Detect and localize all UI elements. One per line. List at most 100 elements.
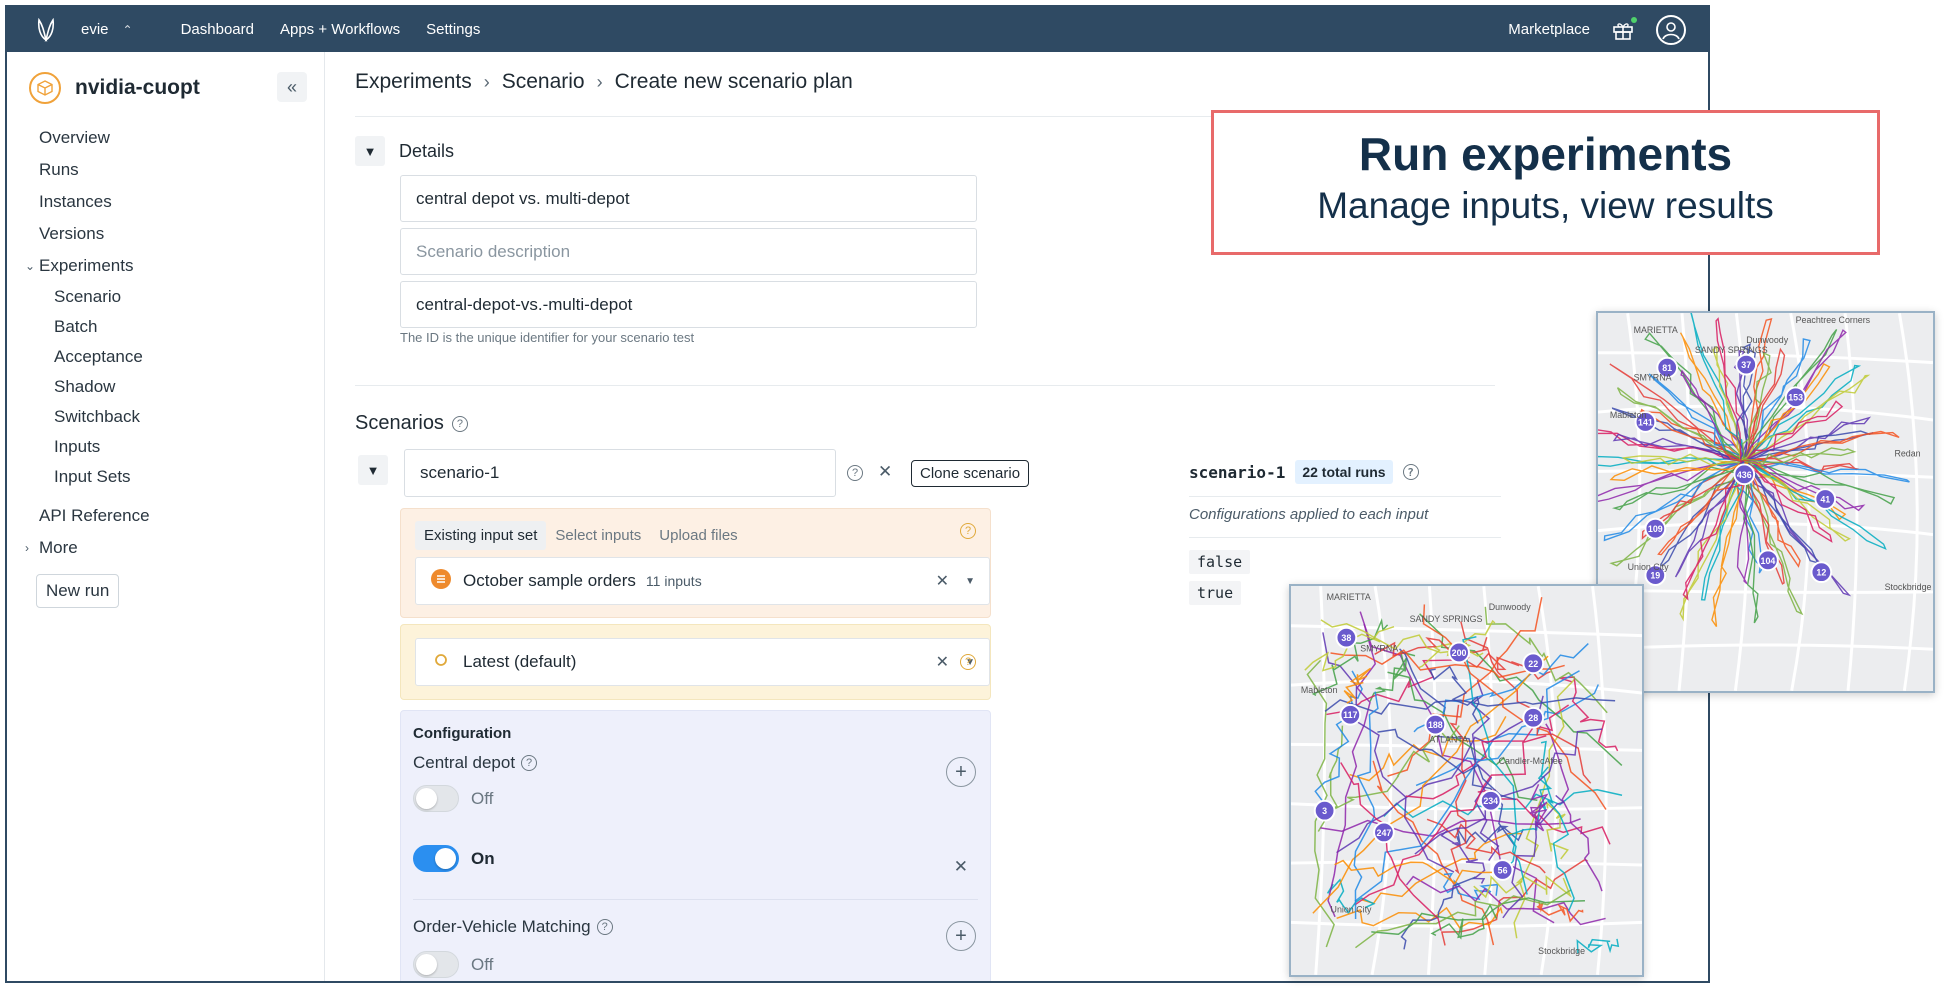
sidebar-item-overview[interactable]: Overview: [7, 122, 324, 154]
chevron-right-icon: ›: [596, 71, 603, 92]
input-set-name: October sample orders: [463, 571, 636, 590]
user-avatar-icon[interactable]: [1656, 14, 1686, 45]
toggle-knob: [416, 788, 437, 809]
clear-icon[interactable]: ✕: [936, 652, 949, 672]
new-run-button[interactable]: New run: [36, 574, 120, 608]
input-count: 11 inputs: [645, 573, 702, 589]
sidebar: nvidia-cuopt « Overview Runs Instances V…: [7, 52, 325, 981]
order-vehicle-text: Order-Vehicle Matching: [413, 917, 591, 936]
breadcrumb-experiments[interactable]: Experiments: [355, 70, 472, 94]
order-vehicle-toggle-off[interactable]: [413, 951, 459, 978]
divider: [1189, 537, 1501, 538]
collapse-details-button[interactable]: ▼: [355, 136, 385, 166]
scenario-id-field[interactable]: central-depot-vs.-multi-depot: [400, 281, 977, 328]
help-icon[interactable]: ?: [847, 465, 863, 481]
sidebar-item-experiments[interactable]: ⌄ Experiments: [7, 250, 324, 282]
sidebar-item-instances[interactable]: Instances: [7, 186, 324, 218]
scenario-description-field[interactable]: Scenario description: [400, 228, 977, 275]
tab-select-inputs[interactable]: Select inputs: [546, 521, 650, 550]
chevron-right-icon: ›: [25, 541, 29, 555]
map-place-label: SANDY SPRINGS: [1410, 614, 1483, 624]
help-icon[interactable]: ?: [451, 415, 468, 432]
central-depot-text: Central depot: [413, 753, 516, 772]
gift-icon[interactable]: [1612, 16, 1637, 41]
sidebar-item-shadow[interactable]: Shadow: [7, 372, 324, 402]
config-value-false: false: [1189, 550, 1251, 574]
map-place-label: Mableton: [1301, 685, 1338, 695]
instance-select[interactable]: Latest (default) ✕ ▼: [415, 638, 990, 686]
map-place-label: Union City: [1331, 904, 1373, 914]
remove-option-icon[interactable]: ✕: [954, 857, 968, 877]
scenario-name-field[interactable]: central depot vs. multi-depot: [400, 175, 977, 222]
scenario-name-input[interactable]: scenario-1: [404, 449, 836, 497]
sidebar-item-batch[interactable]: Batch: [7, 312, 324, 342]
toggle-knob: [416, 954, 437, 975]
cluster-marker: 41: [1814, 488, 1837, 510]
org-switcher[interactable]: evie ⌃: [81, 21, 133, 38]
input-set-icon: [431, 568, 451, 594]
cluster-marker: 56: [1491, 859, 1514, 881]
sidebar-item-runs[interactable]: Runs: [7, 154, 324, 186]
callout-box: Run experiments Manage inputs, view resu…: [1211, 110, 1880, 255]
help-icon[interactable]: ?: [960, 654, 976, 670]
collapse-scenario-button[interactable]: ▼: [358, 455, 388, 485]
input-source-tabs: Existing input set Select inputs Upload …: [415, 521, 747, 550]
tab-upload-files[interactable]: Upload files: [650, 521, 746, 550]
nextmv-logo-icon[interactable]: [31, 15, 61, 45]
sidebar-item-versions[interactable]: Versions: [7, 218, 324, 250]
help-icon[interactable]: ?: [521, 755, 538, 771]
breadcrumb-scenario[interactable]: Scenario: [502, 70, 585, 94]
svg-text:436: 436: [1737, 470, 1752, 480]
central-depot-toggle-off[interactable]: [413, 785, 459, 812]
map-place-label: ATLANTA: [1429, 734, 1468, 744]
clone-scenario-button[interactable]: Clone scenario: [911, 460, 1030, 487]
dropdown-caret-icon[interactable]: ▼: [965, 576, 975, 587]
central-depot-label: Central depot ?: [413, 753, 538, 773]
cluster-marker: 38: [1335, 626, 1358, 649]
tab-existing-input-set[interactable]: Existing input set: [415, 521, 547, 550]
nav-link-settings[interactable]: Settings: [426, 21, 480, 38]
cluster-marker: 200: [1448, 641, 1470, 664]
configuration-title: Configuration: [413, 725, 512, 742]
project-name: nvidia-cuopt: [75, 76, 200, 99]
cluster-marker: 109: [1644, 517, 1667, 540]
callout-subtitle: Manage inputs, view results: [1317, 185, 1774, 226]
svg-text:200: 200: [1452, 648, 1467, 658]
scenarios-heading: Scenarios: [355, 412, 444, 434]
add-option-button[interactable]: +: [946, 757, 976, 787]
sidebar-item-inputs[interactable]: Inputs: [7, 432, 324, 462]
sidebar-item-input-sets[interactable]: Input Sets: [7, 462, 324, 492]
sidebar-item-api-reference[interactable]: API Reference: [7, 500, 324, 532]
input-set-panel: Existing input set Select inputs Upload …: [400, 508, 991, 618]
remove-scenario-icon[interactable]: ✕: [878, 462, 892, 482]
central-depot-toggle-on[interactable]: [413, 845, 459, 872]
page-title: Create new scenario plan: [614, 70, 853, 93]
sidebar-item-switchback[interactable]: Switchback: [7, 402, 324, 432]
svg-text:109: 109: [1648, 524, 1663, 534]
help-icon[interactable]: ?: [596, 919, 613, 935]
map-place-label: Dunwoody: [1746, 335, 1788, 345]
add-option-button[interactable]: +: [946, 921, 976, 951]
collapse-sidebar-button[interactable]: «: [277, 72, 307, 102]
input-set-select[interactable]: October sample orders 11 inputs ✕ ▼: [415, 557, 990, 605]
cluster-marker: 153: [1784, 386, 1807, 409]
sidebar-item-label: More: [39, 538, 78, 557]
nav-link-dashboard[interactable]: Dashboard: [181, 21, 254, 38]
help-icon[interactable]: ?: [960, 523, 976, 539]
map-place-label: Mableton: [1610, 410, 1647, 420]
details-heading: Details: [399, 140, 455, 161]
id-hint-text: The ID is the unique identifier for your…: [400, 330, 695, 345]
svg-text:153: 153: [1788, 393, 1803, 403]
map-place-label: Stockbridge: [1538, 946, 1585, 956]
help-icon[interactable]: ?: [1402, 464, 1419, 480]
svg-text:41: 41: [1820, 494, 1830, 504]
nav-link-apps-workflows[interactable]: Apps + Workflows: [280, 21, 400, 38]
sidebar-item-acceptance[interactable]: Acceptance: [7, 342, 324, 372]
clear-icon[interactable]: ✕: [936, 571, 949, 591]
cube-icon: [29, 72, 61, 104]
sidebar-item-more[interactable]: › More: [7, 532, 324, 564]
map-place-label: Peachtree Corners: [1796, 315, 1871, 325]
nav-link-marketplace[interactable]: Marketplace: [1508, 21, 1590, 38]
sidebar-item-scenario[interactable]: Scenario: [7, 282, 324, 312]
map-place-label: MARIETTA: [1327, 592, 1371, 602]
